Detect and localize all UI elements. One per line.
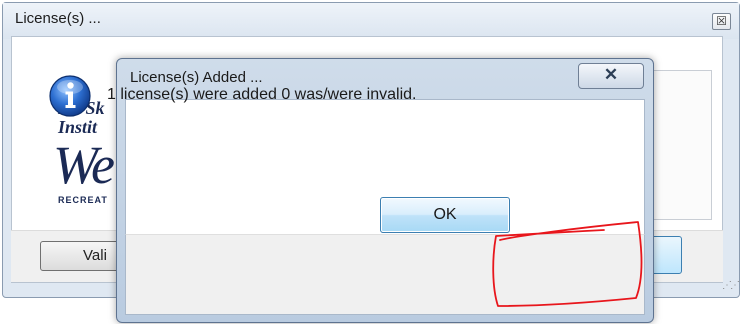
background-close-icon[interactable]: ☒	[712, 13, 731, 30]
background-window-title: License(s) ...	[15, 10, 101, 27]
background-window-titlebar: License(s) ... ☒	[3, 3, 739, 39]
dialog-title: License(s) Added ...	[130, 69, 263, 86]
logo-small-text: RECREAT	[58, 195, 108, 205]
red-circle-annotation	[492, 221, 643, 307]
dialog-message: 1 license(s) were added 0 was/were inval…	[107, 86, 417, 103]
information-icon	[49, 75, 91, 117]
dialog-close-icon[interactable]: ✕	[578, 63, 644, 89]
resize-grip-icon[interactable]: ⋰⋰	[722, 280, 740, 291]
logo-large-text: We	[53, 135, 115, 195]
